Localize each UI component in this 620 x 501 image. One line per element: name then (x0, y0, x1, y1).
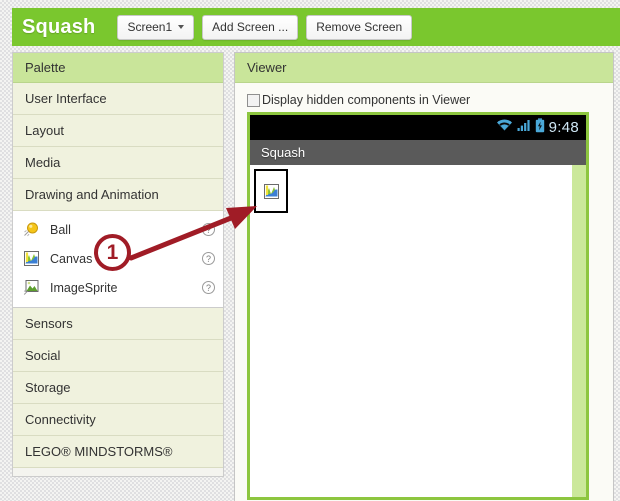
viewer-component-canvas1[interactable] (254, 169, 288, 213)
viewer-panel: Viewer Display hidden components in View… (234, 52, 614, 501)
screen-selector-button[interactable]: Screen1 (117, 14, 195, 40)
phone-status-bar: 9:48 (250, 115, 586, 140)
palette-component-imagesprite[interactable]: ImageSprite ? (13, 273, 223, 302)
palette-component-label: ImageSprite (50, 280, 118, 295)
chevron-down-icon (178, 24, 185, 29)
help-icon[interactable]: ? (202, 252, 215, 265)
help-icon[interactable]: ? (202, 281, 215, 294)
phone-preview: 9:48 Squash (247, 112, 589, 500)
viewer-header: Viewer (235, 53, 613, 83)
display-hidden-components-checkbox[interactable] (247, 93, 260, 107)
page-title: Squash (22, 15, 96, 38)
palette-component-label: Ball (50, 222, 71, 237)
add-screen-button[interactable]: Add Screen ... (202, 14, 299, 40)
canvas-icon (23, 250, 40, 267)
display-hidden-components-label: Display hidden components in Viewer (262, 93, 471, 107)
palette-header: Palette (13, 53, 223, 83)
palette-category-media[interactable]: Media (13, 147, 223, 179)
viewer-body: Display hidden components in Viewer 9:48… (235, 83, 613, 500)
palette-category-sensors[interactable]: Sensors (13, 308, 223, 340)
phone-scrollbar[interactable] (572, 165, 586, 497)
remove-screen-button[interactable]: Remove Screen (306, 14, 413, 40)
palette-category-user-interface[interactable]: User Interface (13, 83, 223, 115)
palette-category-layout[interactable]: Layout (13, 115, 223, 147)
battery-icon (535, 117, 545, 138)
canvas-icon (263, 183, 280, 200)
phone-clock: 9:48 (548, 119, 579, 136)
screen-toolbar: Screen1 Add Screen ... Remove Screen (117, 14, 413, 40)
phone-app-title: Squash (250, 140, 586, 165)
palette-category-lego-mindstorms[interactable]: LEGO® MINDSTORMS® (13, 436, 223, 468)
phone-component-holder (250, 165, 572, 497)
palette-category-storage[interactable]: Storage (13, 372, 223, 404)
app-header: Squash Screen1 Add Screen ... Remove Scr… (12, 8, 620, 46)
ball-icon (23, 221, 40, 238)
palette-category-social[interactable]: Social (13, 340, 223, 372)
palette-category-connectivity[interactable]: Connectivity (13, 404, 223, 436)
wifi-icon (496, 118, 513, 137)
annotation-step-badge: 1 (94, 234, 131, 271)
display-hidden-components-row[interactable]: Display hidden components in Viewer (247, 93, 613, 107)
help-icon[interactable]: ? (202, 223, 215, 236)
phone-screen-area (250, 165, 586, 497)
screen-selector-label: Screen1 (127, 19, 173, 34)
signal-icon (517, 118, 531, 137)
palette-category-drawing-and-animation[interactable]: Drawing and Animation (13, 179, 223, 211)
imagesprite-icon (23, 279, 40, 296)
